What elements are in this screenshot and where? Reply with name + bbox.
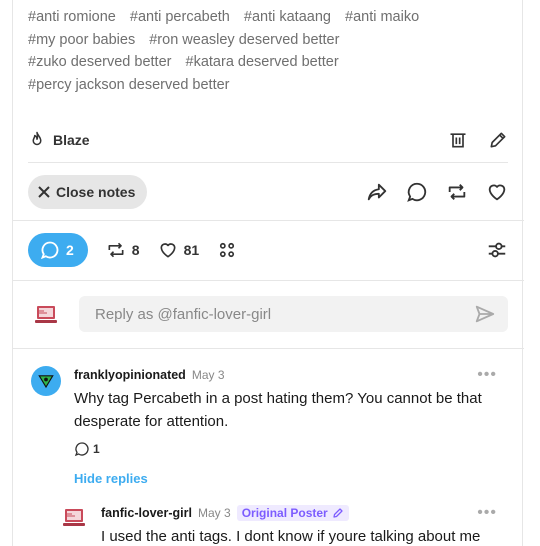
comment-icon [407,182,427,202]
avatar [33,301,59,327]
comment-body: franklyopinionated May 3 ••• Why tag Per… [31,366,497,486]
flame-icon [28,131,46,149]
heart-icon [160,243,176,258]
comment-text: I used the anti tags. I dont know if you… [101,528,481,545]
avatar[interactable] [31,366,61,396]
pencil-icon [333,508,343,518]
blaze-toolbar: Blaze [28,126,508,154]
replies-count: 2 [66,242,74,258]
reblog-icon [448,184,466,200]
tag-link[interactable]: #ron weasley deserved better [149,32,339,48]
filter-button[interactable] [486,239,508,261]
post-edit-actions [448,130,508,150]
laptop-avatar-icon [63,509,85,526]
comment-content: fanfic-lover-girl May 3 Original Poster … [101,504,497,546]
comment-body: fanfic-lover-girl May 3 Original Poster … [61,504,497,546]
comment-header: franklyopinionated May 3 ••• [74,366,497,384]
reply-composer: Reply as @fanfic-lover-girl [33,296,508,332]
replies-tab[interactable]: 2 [28,233,88,267]
tag-link[interactable]: #anti romione [28,9,116,25]
delete-button[interactable] [448,130,468,150]
reply-input[interactable]: Reply as @fanfic-lover-girl [79,296,508,332]
tag-link[interactable]: #my poor babies [28,32,135,48]
share-icon [367,183,387,201]
notes-summary: 2 8 81 [28,232,508,268]
comment-like-count: 1 [93,442,100,456]
reblog-icon [108,242,124,258]
comment-date: May 3 [191,368,225,382]
comment-icon [74,442,89,457]
divider [13,280,524,281]
tag-link[interactable]: #anti percabeth [130,9,230,25]
tag-link[interactable]: #percy jackson deserved better [28,77,230,93]
reblogs-tab[interactable]: 8 [106,240,140,260]
tag-row: #zuko deserved better #katara deserved b… [28,51,518,74]
comment: franklyopinionated May 3 ••• Why tag Per… [31,366,497,486]
likes-count: 81 [183,242,200,258]
laptop-avatar-icon [35,306,57,323]
community-icon [220,242,235,258]
divider [13,348,524,349]
send-icon [475,305,495,323]
comment-menu-button[interactable]: ••• [477,366,497,384]
comment-like-button[interactable]: 1 [74,441,497,457]
reply-placeholder: Reply as @fanfic-lover-girl [95,305,272,323]
comment-date: May 3 [198,506,231,520]
share-button[interactable] [366,181,388,203]
close-notes-button[interactable]: Close notes [28,175,148,209]
heart-icon [488,184,506,201]
trash-icon [450,133,466,148]
reply-button[interactable] [406,181,428,203]
avatar-triangle-icon [38,375,54,389]
original-poster-badge: Original Poster [236,505,349,521]
tag-row: #my poor babies #ron weasley deserved be… [28,29,518,52]
send-button[interactable] [474,303,496,325]
comment-reply: fanfic-lover-girl May 3 Original Poster … [61,504,497,546]
tag-link[interactable]: #katara deserved better [186,54,339,70]
tag-row: #percy jackson deserved better [28,74,518,97]
avatar[interactable] [61,504,87,530]
post-tags: #anti romione #anti percabeth #anti kata… [28,6,518,96]
community-tab[interactable] [217,240,237,260]
comment-content: franklyopinionated May 3 ••• Why tag Per… [74,366,497,486]
comment-header: fanfic-lover-girl May 3 Original Poster … [101,504,497,522]
divider [13,220,524,221]
post-action-icons [366,181,508,203]
comment-username[interactable]: franklyopinionated [74,368,186,382]
tag-link[interactable]: #zuko deserved better [28,54,171,70]
badge-label: Original Poster [241,506,328,520]
post-actions: Close notes [28,174,508,210]
divider [28,162,508,163]
comment-text: Why tag Percabeth in a post hating them?… [74,390,482,430]
blaze-button[interactable]: Blaze [28,131,90,149]
sliders-icon [488,242,506,258]
reblogs-count: 8 [131,242,140,258]
tag-link[interactable]: #anti kataang [244,9,331,25]
tag-link[interactable]: #anti maiko [345,9,419,25]
edit-button[interactable] [488,130,508,150]
reblog-button[interactable] [446,181,468,203]
likes-tab[interactable]: 81 [158,240,200,260]
comment-menu-button[interactable]: ••• [477,504,497,522]
comment-icon [40,241,59,260]
like-button[interactable] [486,181,508,203]
close-icon [38,186,50,198]
tag-row: #anti romione #anti percabeth #anti kata… [28,6,518,29]
close-notes-label: Close notes [56,184,136,200]
comment-username[interactable]: fanfic-lover-girl [101,506,192,520]
hide-replies-link[interactable]: Hide replies [74,471,497,486]
pencil-icon [490,132,506,148]
blaze-label: Blaze [53,132,90,148]
post-card: #anti romione #anti percabeth #anti kata… [12,0,524,546]
